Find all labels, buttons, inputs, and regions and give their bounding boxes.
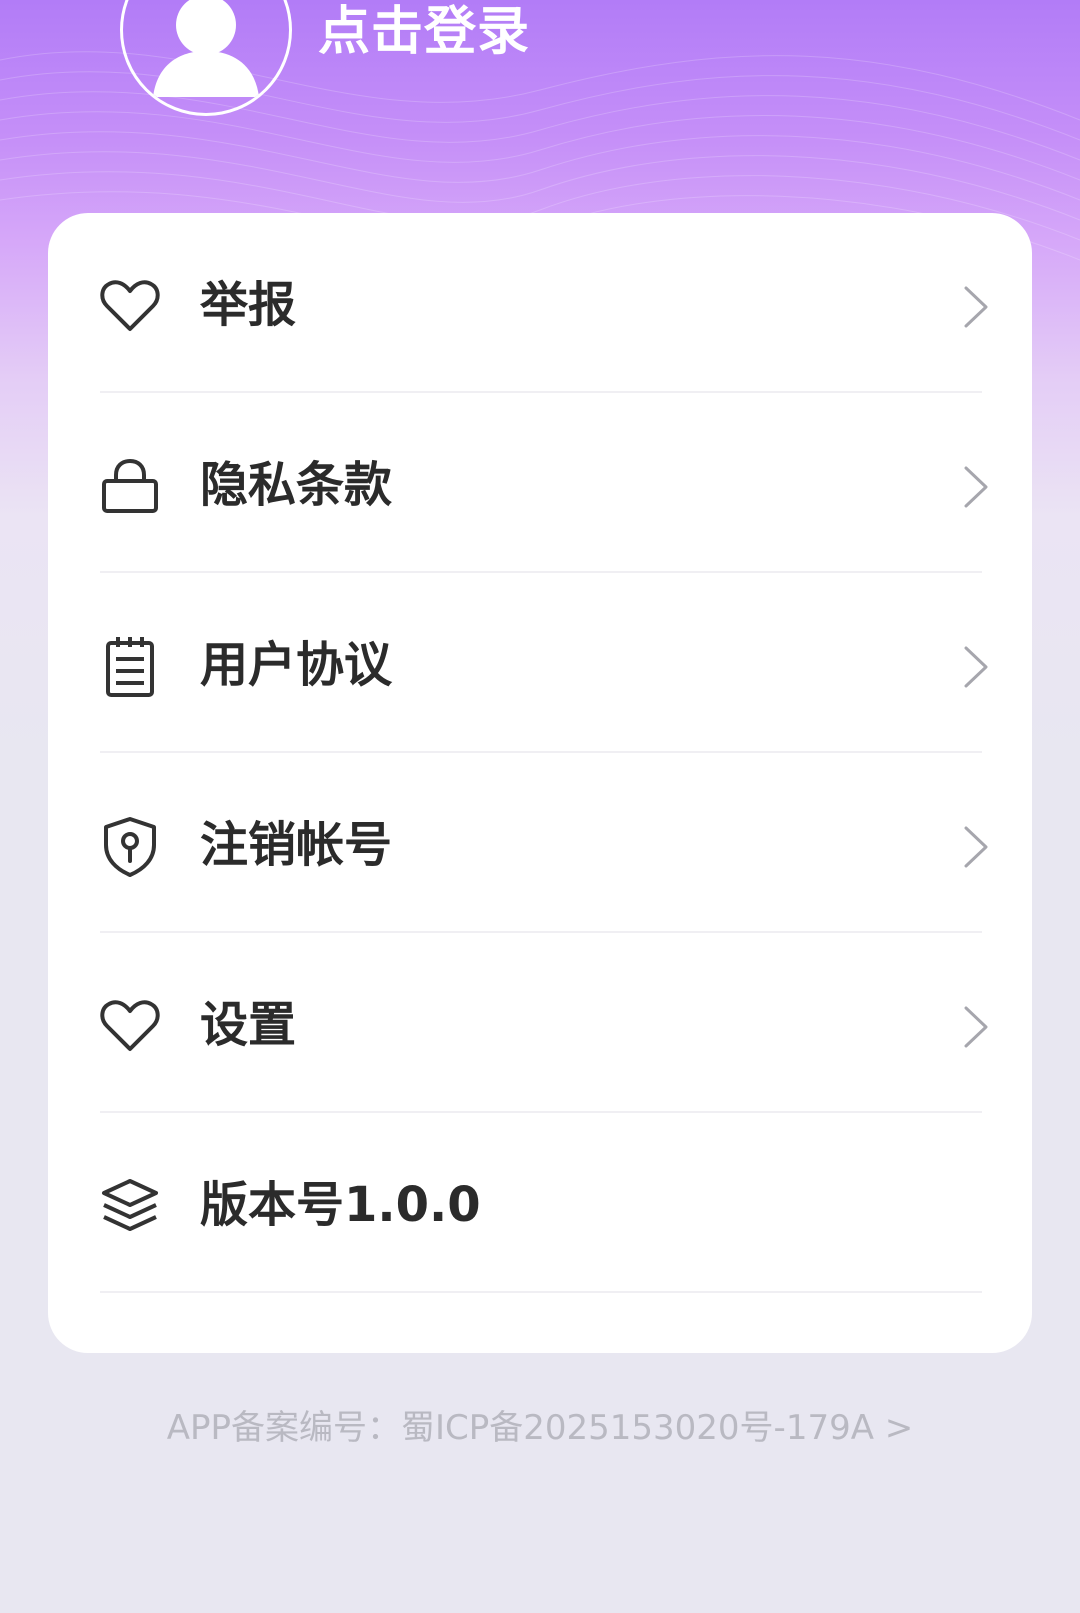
notepad-icon [106, 637, 154, 697]
menu-item-user-agreement[interactable]: 用户协议 [48, 573, 1032, 753]
menu-item-delete-account[interactable]: 注销帐号 [48, 753, 1032, 933]
menu-item-label: 设置 [200, 997, 297, 1053]
user-avatar-icon[interactable] [120, 0, 292, 116]
menu-item-version: 版本号1.0.0 [48, 1113, 1032, 1293]
chevron-right-icon [964, 826, 988, 868]
heart-icon [100, 280, 160, 331]
heart-icon [100, 1000, 160, 1051]
login-link[interactable]: 点击登录 [318, 0, 530, 64]
menu-item-privacy[interactable]: 隐私条款 [48, 393, 1032, 573]
menu-item-label: 举报 [200, 277, 297, 333]
icp-record-link[interactable]: APP备案编号：蜀ICP备2025153020号-179A > [0, 1400, 1080, 1456]
menu-item-label: 注销帐号 [200, 817, 393, 873]
menu-item-label: 隐私条款 [200, 457, 393, 513]
chevron-right-icon [964, 646, 988, 688]
chevron-right-icon [964, 466, 988, 508]
lock-icon [102, 458, 158, 513]
shield-keyhole-icon [104, 817, 156, 877]
chevron-right-icon [964, 1006, 988, 1048]
divider [100, 1291, 982, 1293]
menu-item-report[interactable]: 举报 [48, 213, 1032, 393]
menu-item-label: 用户协议 [200, 637, 393, 693]
menu-card: 举报 隐私条款 用户协议 注销帐号 设置 版本号1.0.0 [48, 213, 1032, 1353]
menu-item-label: 版本号1.0.0 [200, 1177, 481, 1233]
menu-item-settings[interactable]: 设置 [48, 933, 1032, 1113]
layers-icon [102, 1179, 158, 1231]
chevron-right-icon [964, 286, 988, 328]
